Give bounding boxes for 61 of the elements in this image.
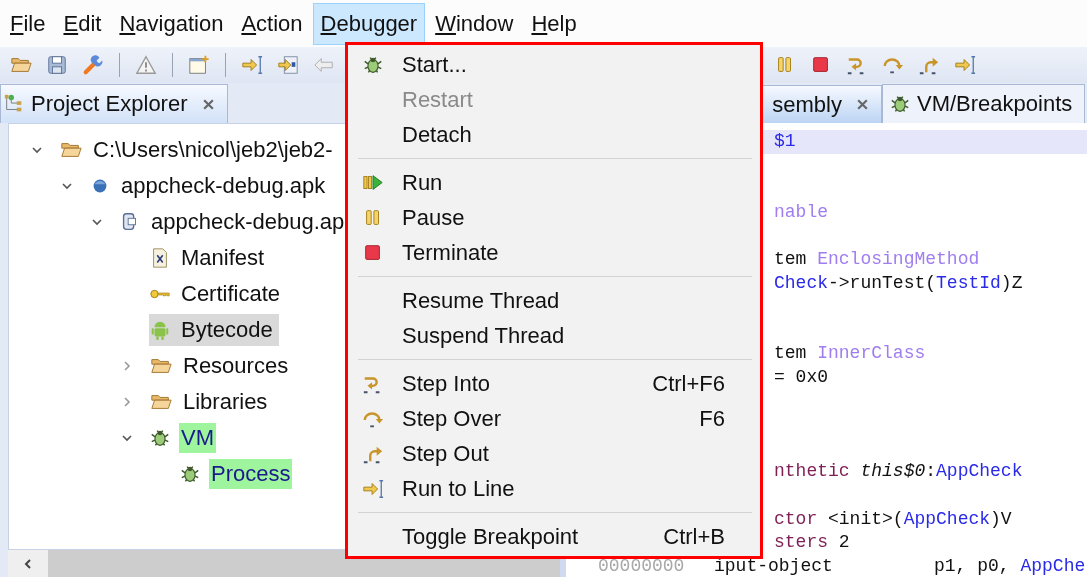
scroll-left-button[interactable]	[8, 550, 48, 577]
code-text: nable	[774, 200, 828, 224]
code-text: ctor <init>(AppCheck)V	[774, 507, 1012, 531]
code-text: Check->runTest(TestId)Z	[774, 271, 1023, 295]
menu-item[interactable]: Pause	[348, 200, 760, 235]
close-icon[interactable]	[201, 97, 215, 111]
chevron-icon[interactable]	[121, 432, 133, 444]
wrench-icon	[82, 54, 104, 76]
menu-item[interactable]: File	[2, 2, 54, 45]
menu-item[interactable]: Edit	[55, 2, 110, 45]
run-to-line-icon	[953, 54, 977, 76]
tree-item[interactable]: appcheck-debug.ap	[119, 206, 351, 238]
chevron-icon[interactable]	[31, 144, 43, 156]
menu-item[interactable]: Step Out	[348, 436, 760, 471]
run-to-line-icon	[240, 54, 264, 76]
code-text: p1, p0, AppChe	[934, 554, 1086, 577]
menu-item[interactable]: Debugger	[312, 2, 426, 45]
tree-item[interactable]: appcheck-debug.apk	[89, 170, 332, 202]
tab[interactable]: Project Explorer	[0, 84, 228, 123]
bug-icon	[179, 463, 201, 485]
code-text: iput-object	[714, 554, 834, 577]
code-text: = 0x0	[774, 365, 828, 389]
line-address: 00000000	[598, 554, 686, 577]
code-text: tem EnclosingMethod	[774, 247, 980, 271]
tree-item[interactable]: C:\Users\nicol\jeb2\jeb2-	[59, 134, 339, 166]
new-window-icon	[187, 54, 211, 76]
code-text: nthetic this$0:AppCheck	[774, 460, 1023, 484]
menu-item[interactable]: Action	[233, 2, 311, 45]
menu-item[interactable]: Window	[427, 2, 522, 45]
chevron-icon	[22, 556, 34, 571]
chevron-icon[interactable]	[91, 216, 103, 228]
menu-item[interactable]: Step Over F6	[348, 401, 760, 436]
menu-item[interactable]: Suspend Thread	[348, 318, 760, 353]
menu-item[interactable]: Resume Thread	[348, 283, 760, 318]
code-text: $1	[774, 130, 796, 153]
menu-item[interactable]: Navigation	[111, 2, 232, 45]
tree-item[interactable]: Bytecode	[149, 314, 279, 346]
menu-item[interactable]: Run to Line	[348, 471, 760, 506]
menu-item[interactable]: Step Into Ctrl+F6	[348, 366, 760, 401]
code-text: sters 2	[774, 531, 850, 555]
bug-icon	[889, 93, 911, 115]
menu-item[interactable]: Detach	[348, 117, 760, 152]
tab[interactable]: VM/Breakpoints	[882, 84, 1086, 123]
tree-item[interactable]: Resources	[149, 350, 295, 382]
warning-icon	[135, 54, 157, 76]
tree-item[interactable]: Certificate	[149, 278, 287, 310]
bug-icon	[149, 427, 171, 449]
code-text: tem InnerClass	[774, 342, 926, 366]
close-icon[interactable]	[856, 98, 869, 111]
arrow-into-box-icon	[276, 54, 300, 76]
run-to-line-icon	[361, 477, 385, 500]
tree-item[interactable]: Libraries	[149, 386, 274, 418]
save-icon	[46, 54, 68, 76]
tree-item[interactable]: Manifest	[149, 242, 271, 274]
menu-item[interactable]: Terminate	[348, 235, 760, 270]
menu-item[interactable]: Toggle Breakpoint Ctrl+B	[348, 519, 760, 554]
robot-icon	[149, 319, 171, 341]
tree-item[interactable]: VM	[149, 422, 220, 454]
menu-item[interactable]: Help	[523, 2, 585, 45]
chevron-icon[interactable]	[61, 180, 73, 192]
menu-item[interactable]: Run	[348, 165, 760, 200]
